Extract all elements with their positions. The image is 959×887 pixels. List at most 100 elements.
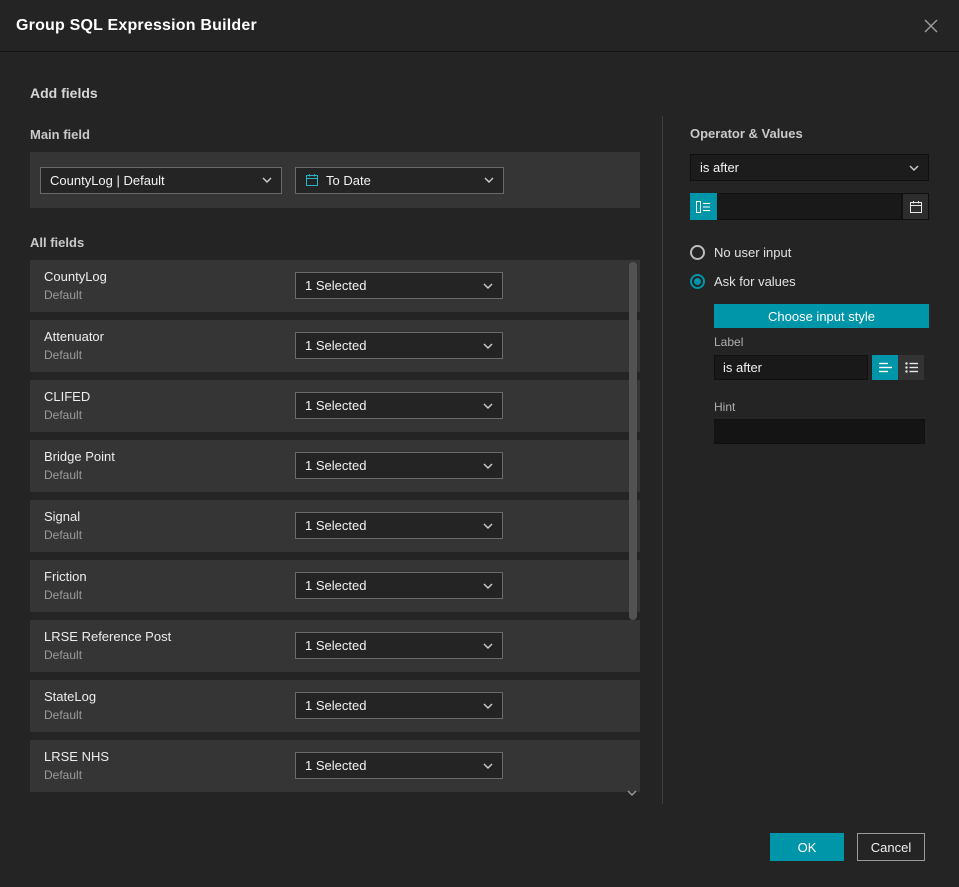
- add-fields-heading: Add fields: [30, 85, 98, 101]
- field-type: Default: [44, 288, 83, 302]
- label-input[interactable]: [714, 355, 868, 380]
- field-type: Default: [44, 408, 83, 422]
- operator-values-label: Operator & Values: [690, 126, 803, 141]
- ok-button[interactable]: OK: [770, 833, 844, 861]
- single-input-style-button[interactable]: [872, 355, 898, 380]
- field-type: Default: [44, 468, 83, 482]
- field-selected-dropdown[interactable]: 1 Selected: [295, 752, 503, 779]
- chevron-down-icon: [483, 403, 493, 409]
- dialog-title: Group SQL Expression Builder: [16, 16, 257, 34]
- field-selected-dropdown[interactable]: 1 Selected: [295, 392, 503, 419]
- field-type: Default: [44, 588, 83, 602]
- operator-dropdown-value: is after: [700, 160, 740, 175]
- main-field-dropdown-value: CountyLog | Default: [50, 172, 165, 188]
- radio-no-user-input[interactable]: No user input: [690, 245, 791, 260]
- value-input-group: [690, 193, 929, 220]
- field-selected-value: 1 Selected: [305, 698, 367, 713]
- main-field-dropdown[interactable]: CountyLog | Default: [40, 166, 282, 194]
- radio-ask-for-values[interactable]: Ask for values: [690, 274, 796, 289]
- field-name: LRSE NHS: [44, 749, 110, 764]
- calendar-button[interactable]: [902, 193, 929, 220]
- all-fields-list: CountyLog Default 1 Selected Attenuator …: [30, 260, 640, 800]
- field-row: StateLog Default 1 Selected: [30, 680, 640, 732]
- all-fields-label: All fields: [30, 235, 85, 250]
- operator-dropdown[interactable]: is after: [690, 154, 929, 181]
- field-selected-value: 1 Selected: [305, 518, 367, 533]
- field-selected-value: 1 Selected: [305, 638, 367, 653]
- close-icon[interactable]: [919, 14, 943, 38]
- value-input[interactable]: [717, 193, 902, 220]
- radio-ask-for-values-label: Ask for values: [714, 274, 796, 289]
- field-selected-value: 1 Selected: [305, 398, 367, 413]
- main-field-label: Main field: [30, 127, 90, 142]
- calendar-icon: [909, 200, 923, 214]
- field-row: LRSE Reference Post Default 1 Selected: [30, 620, 640, 672]
- chevron-down-icon: [483, 523, 493, 529]
- field-row: Bridge Point Default 1 Selected: [30, 440, 640, 492]
- field-name: Signal: [44, 509, 81, 524]
- field-selected-value: 1 Selected: [305, 278, 367, 293]
- hint-input[interactable]: [714, 419, 925, 444]
- dialog-header: Group SQL Expression Builder: [0, 0, 959, 52]
- field-name: CountyLog: [44, 269, 107, 284]
- field-row: Signal Default 1 Selected: [30, 500, 640, 552]
- list-input-style-button[interactable]: [898, 355, 924, 380]
- main-field-panel: CountyLog | Default To Date: [30, 152, 640, 208]
- chevron-down-icon: [483, 283, 493, 289]
- radio-selected-icon: [690, 274, 705, 289]
- field-selected-dropdown[interactable]: 1 Selected: [295, 572, 503, 599]
- radio-circle-icon: [690, 245, 705, 260]
- field-type: Default: [44, 768, 83, 782]
- field-selected-value: 1 Selected: [305, 758, 367, 773]
- chevron-down-icon: [483, 763, 493, 769]
- field-name: Bridge Point: [44, 449, 115, 464]
- scroll-down-icon[interactable]: [626, 784, 638, 802]
- field-row: LRSE NHS Default 1 Selected: [30, 740, 640, 792]
- value-field-button[interactable]: [690, 193, 717, 220]
- field-row: Attenuator Default 1 Selected: [30, 320, 640, 372]
- field-type: Default: [44, 708, 83, 722]
- hint-caption: Hint: [714, 400, 736, 414]
- chevron-down-icon: [483, 343, 493, 349]
- chevron-down-icon: [262, 177, 272, 183]
- field-name: LRSE Reference Post: [44, 629, 172, 644]
- field-selected-dropdown[interactable]: 1 Selected: [295, 632, 503, 659]
- field-lines-icon: [696, 200, 711, 213]
- scrollbar-thumb[interactable]: [629, 262, 637, 620]
- chevron-down-icon: [483, 643, 493, 649]
- field-row: Friction Default 1 Selected: [30, 560, 640, 612]
- label-caption: Label: [714, 335, 744, 349]
- chevron-down-icon: [483, 583, 493, 589]
- field-type: Default: [44, 648, 83, 662]
- chevron-down-icon: [483, 703, 493, 709]
- align-left-icon: [878, 362, 892, 373]
- field-selected-dropdown[interactable]: 1 Selected: [295, 272, 503, 299]
- radio-no-user-input-label: No user input: [714, 245, 792, 260]
- date-field-dropdown[interactable]: To Date: [295, 166, 504, 194]
- calendar-icon: [305, 173, 319, 187]
- choose-input-style-button[interactable]: Choose input style: [714, 304, 929, 328]
- field-selected-dropdown[interactable]: 1 Selected: [295, 692, 503, 719]
- field-type: Default: [44, 528, 83, 542]
- chevron-down-icon: [909, 165, 919, 171]
- field-name: CLIFED: [44, 389, 91, 404]
- field-name: Attenuator: [44, 329, 104, 344]
- field-selected-dropdown[interactable]: 1 Selected: [295, 512, 503, 539]
- field-selected-value: 1 Selected: [305, 338, 367, 353]
- field-name: StateLog: [44, 689, 97, 704]
- date-field-dropdown-value: To Date: [326, 172, 371, 188]
- field-selected-value: 1 Selected: [305, 578, 367, 593]
- chevron-down-icon: [484, 177, 494, 183]
- column-divider: [662, 116, 663, 804]
- field-selected-dropdown[interactable]: 1 Selected: [295, 332, 503, 359]
- field-selected-value: 1 Selected: [305, 458, 367, 473]
- field-row: CLIFED Default 1 Selected: [30, 380, 640, 432]
- field-type: Default: [44, 348, 83, 362]
- field-row: CountyLog Default 1 Selected: [30, 260, 640, 312]
- chevron-down-icon: [483, 463, 493, 469]
- field-selected-dropdown[interactable]: 1 Selected: [295, 452, 503, 479]
- label-input-group: [714, 355, 924, 380]
- list-icon: [904, 362, 918, 373]
- cancel-button[interactable]: Cancel: [857, 833, 925, 861]
- field-name: Friction: [44, 569, 87, 584]
